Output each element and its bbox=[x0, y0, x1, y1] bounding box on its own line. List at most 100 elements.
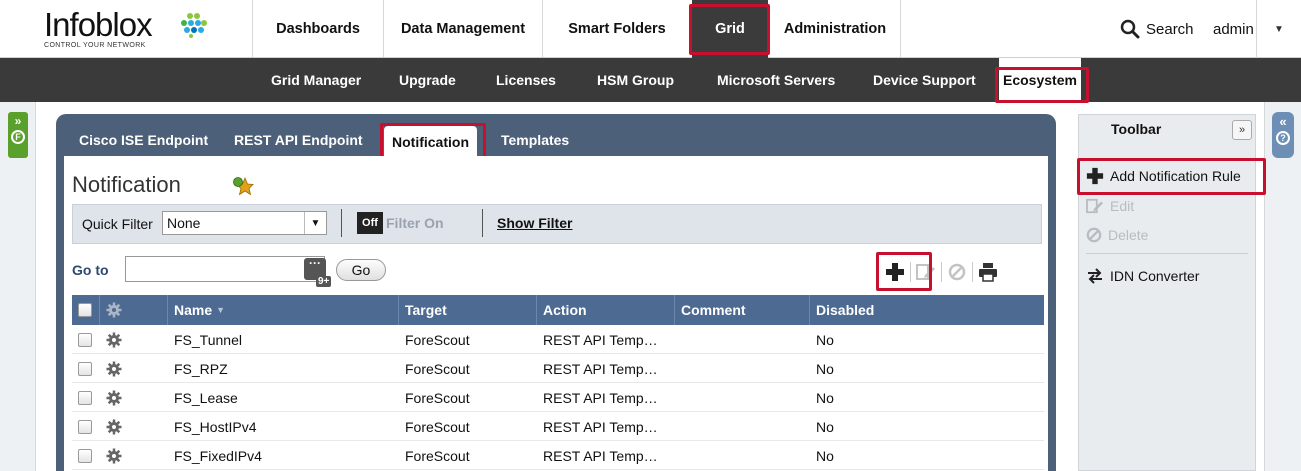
infoblox-logo[interactable]: Infoblox CONTROL YOUR NETWORK bbox=[36, 6, 236, 54]
quick-filter-select[interactable]: None ▼ bbox=[162, 211, 327, 235]
cell-name: FS_Tunnel bbox=[174, 331, 242, 348]
column-name[interactable]: Name ▼ bbox=[168, 295, 399, 325]
column-comment[interactable]: Comment bbox=[675, 295, 810, 325]
edit-button[interactable] bbox=[911, 258, 941, 286]
goto-count-badge: 9+ bbox=[316, 276, 332, 287]
chevron-down-icon[interactable]: ▼ bbox=[1256, 0, 1301, 58]
table-row[interactable]: FS_FixedIPv4 ForeScout REST API Temp… No bbox=[72, 441, 1044, 470]
row-checkbox[interactable] bbox=[78, 390, 92, 405]
column-target[interactable]: Target bbox=[399, 295, 537, 325]
cell-target: ForeScout bbox=[405, 331, 470, 348]
nav-grid[interactable]: Grid bbox=[692, 0, 768, 58]
table-row[interactable]: FS_HostIPv4 ForeScout REST API Temp… No bbox=[72, 412, 1044, 441]
subnav-microsoft-servers[interactable]: Microsoft Servers bbox=[717, 58, 835, 102]
nav-smart-folders[interactable]: Smart Folders bbox=[543, 0, 691, 58]
subnav-licenses[interactable]: Licenses bbox=[496, 58, 556, 102]
plus-icon bbox=[886, 263, 904, 281]
search-label: Search bbox=[1146, 20, 1194, 38]
column-name-label: Name bbox=[174, 302, 213, 318]
print-icon bbox=[979, 263, 997, 282]
idn-converter-button[interactable]: IDN Converter bbox=[1086, 264, 1199, 288]
subnav-grid-manager[interactable]: Grid Manager bbox=[271, 58, 361, 102]
nav-dashboards[interactable]: Dashboards bbox=[253, 0, 383, 58]
go-button[interactable]: Go bbox=[336, 259, 386, 281]
table-row[interactable]: FS_Tunnel ForeScout REST API Temp… No bbox=[72, 325, 1044, 354]
row-checkbox[interactable] bbox=[78, 419, 92, 434]
divider bbox=[1086, 253, 1248, 254]
toolbar-title: Toolbar bbox=[1111, 121, 1162, 137]
search-button[interactable]: Search bbox=[1120, 18, 1194, 40]
nav-data-management[interactable]: Data Management bbox=[384, 0, 542, 58]
header-settings-cell bbox=[100, 295, 168, 325]
cell-target: ForeScout bbox=[405, 389, 470, 406]
cell-comment bbox=[675, 383, 810, 412]
row-checkbox[interactable] bbox=[78, 332, 92, 347]
delete-icon bbox=[948, 263, 966, 281]
gear-icon[interactable] bbox=[106, 361, 122, 377]
cell-name: FS_Lease bbox=[174, 389, 238, 406]
divider bbox=[900, 0, 901, 57]
chevron-down-icon: ▼ bbox=[304, 212, 326, 234]
row-checkbox[interactable] bbox=[78, 361, 92, 376]
edit-label: Edit bbox=[1110, 198, 1135, 214]
add-button[interactable] bbox=[880, 258, 910, 286]
add-notification-rule-button[interactable]: Add Notification Rule bbox=[1086, 164, 1241, 188]
subnav-hsm-group[interactable]: HSM Group bbox=[597, 58, 674, 102]
gear-icon[interactable] bbox=[106, 302, 122, 318]
expand-icon: » bbox=[14, 114, 22, 128]
cell-comment bbox=[675, 412, 810, 441]
print-button[interactable] bbox=[973, 258, 1003, 286]
add-notification-rule-label: Add Notification Rule bbox=[1110, 168, 1241, 184]
cell-disabled: No bbox=[816, 418, 834, 435]
show-filter-link[interactable]: Show Filter bbox=[497, 215, 572, 231]
cell-name: FS_RPZ bbox=[174, 360, 228, 377]
tab-templates[interactable]: Templates bbox=[501, 122, 569, 158]
finder-panel-toggle[interactable]: » F bbox=[8, 112, 28, 158]
cell-disabled: No bbox=[816, 389, 834, 406]
edit-button[interactable]: Edit bbox=[1086, 194, 1134, 218]
delete-button[interactable] bbox=[942, 258, 972, 286]
cell-action: REST API Temp… bbox=[543, 418, 658, 435]
cell-comment bbox=[675, 354, 810, 383]
logo-dots-icon bbox=[181, 13, 207, 38]
divider bbox=[482, 209, 483, 237]
gear-icon[interactable] bbox=[106, 332, 122, 348]
idn-converter-label: IDN Converter bbox=[1110, 268, 1200, 284]
table-row[interactable]: FS_RPZ ForeScout REST API Temp… No bbox=[72, 354, 1044, 383]
gear-icon[interactable] bbox=[106, 390, 122, 406]
subnav-device-support[interactable]: Device Support bbox=[873, 58, 976, 102]
delete-icon bbox=[1086, 227, 1102, 243]
grid-toolbar bbox=[880, 257, 1003, 287]
tab-notification[interactable]: Notification bbox=[384, 126, 477, 158]
cell-target: ForeScout bbox=[405, 447, 470, 464]
delete-button[interactable]: Delete bbox=[1086, 223, 1148, 247]
cell-action: REST API Temp… bbox=[543, 447, 658, 464]
filter-toggle[interactable]: Off bbox=[357, 212, 383, 234]
user-menu[interactable]: admin bbox=[1213, 18, 1254, 40]
favorite-star-icon[interactable] bbox=[232, 176, 254, 196]
tab-cisco-ise-endpoint[interactable]: Cisco ISE Endpoint bbox=[79, 122, 208, 158]
search-icon bbox=[1120, 19, 1140, 39]
logo-tagline: CONTROL YOUR NETWORK bbox=[44, 42, 146, 49]
gear-icon[interactable] bbox=[106, 448, 122, 464]
finder-icon: F bbox=[11, 130, 25, 144]
tab-rest-api-endpoint[interactable]: REST API Endpoint bbox=[234, 122, 363, 158]
gear-icon[interactable] bbox=[106, 419, 122, 435]
collapse-toolbar-icon[interactable]: » bbox=[1232, 120, 1252, 140]
help-icon: ? bbox=[1276, 131, 1290, 145]
page-title: Notification bbox=[72, 172, 181, 197]
column-action[interactable]: Action bbox=[537, 295, 675, 325]
row-checkbox[interactable] bbox=[78, 448, 92, 463]
cell-disabled: No bbox=[816, 447, 834, 464]
goto-input[interactable] bbox=[125, 256, 325, 282]
subnav-upgrade[interactable]: Upgrade bbox=[399, 58, 456, 102]
help-panel-toggle[interactable]: « ? bbox=[1272, 112, 1294, 158]
filter-on-label: Filter On bbox=[386, 215, 444, 231]
cell-action: REST API Temp… bbox=[543, 389, 658, 406]
nav-administration[interactable]: Administration bbox=[770, 0, 900, 58]
select-all-checkbox[interactable] bbox=[78, 303, 92, 317]
subnav-ecosystem[interactable]: Ecosystem bbox=[999, 58, 1081, 102]
table-row[interactable]: FS_Lease ForeScout REST API Temp… No bbox=[72, 383, 1044, 412]
cell-comment bbox=[675, 325, 810, 354]
column-disabled[interactable]: Disabled bbox=[810, 295, 1044, 325]
